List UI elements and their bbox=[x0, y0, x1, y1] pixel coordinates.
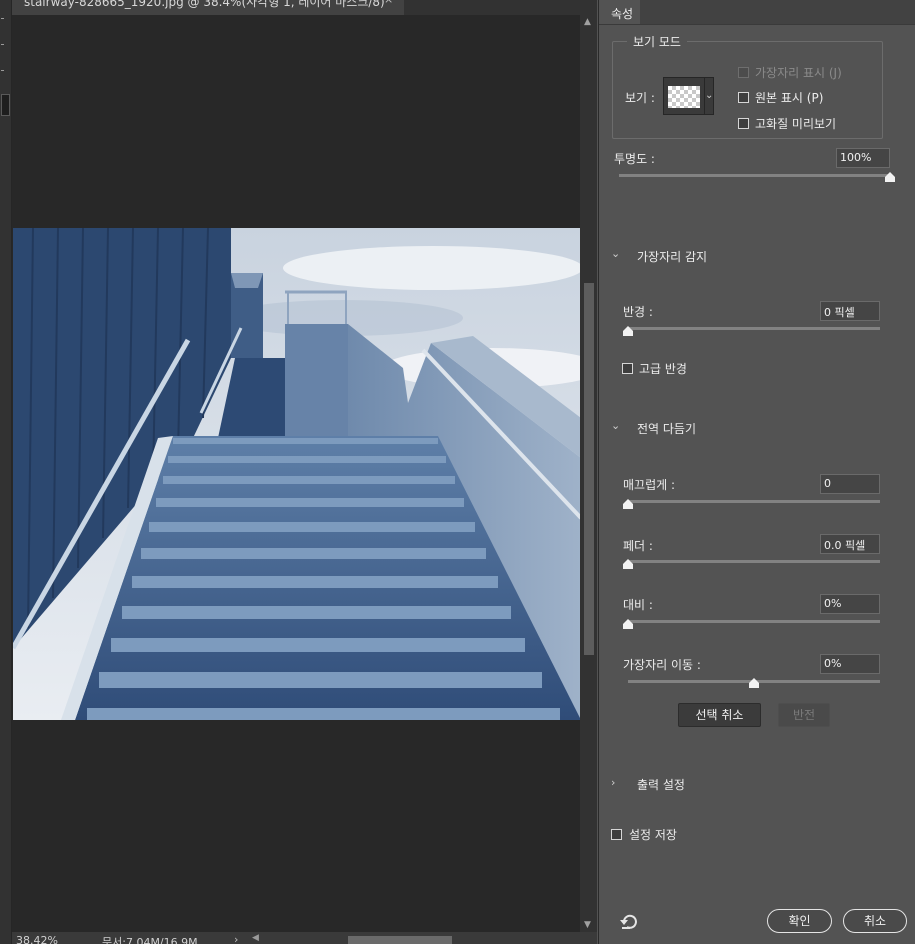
radius-field[interactable]: 0 픽셀 bbox=[820, 301, 880, 321]
document-tab[interactable]: stairway-828665_1920.jpg @ 38.4%(사각형 1, … bbox=[12, 0, 404, 15]
deselect-button[interactable]: 선택 취소 bbox=[678, 703, 761, 727]
show-original-label: 원본 표시 (P) bbox=[755, 91, 824, 105]
stairway-photo[interactable] bbox=[13, 228, 581, 720]
chevron-down-icon[interactable]: ⌄ bbox=[705, 90, 713, 101]
reset-icon[interactable] bbox=[620, 914, 638, 930]
opacity-slider-track[interactable] bbox=[619, 174, 890, 177]
invert-button[interactable]: 반전 bbox=[778, 703, 830, 727]
radius-slider-track[interactable] bbox=[628, 327, 880, 330]
document-info: 문서:7.04M/16.9M bbox=[102, 936, 198, 944]
opacity-label: 투명도 : bbox=[614, 152, 655, 166]
contrast-label: 대비 : bbox=[623, 598, 653, 612]
contrast-field[interactable]: 0% bbox=[820, 594, 880, 614]
tools-strip bbox=[0, 0, 12, 944]
checkerboard-swatch-icon bbox=[668, 86, 700, 108]
horizontal-scroll-thumb[interactable] bbox=[348, 936, 452, 944]
hq-preview-checkbox[interactable] bbox=[738, 118, 749, 129]
view-mode-picker[interactable]: ⌄ bbox=[663, 77, 714, 115]
document-tab-bar: stairway-828665_1920.jpg @ 38.4%(사각형 1, … bbox=[12, 0, 597, 15]
show-edge-checkbox[interactable] bbox=[738, 67, 749, 78]
show-edge-label: 가장자리 표시 (J) bbox=[755, 66, 842, 80]
global-refine-title[interactable]: 전역 다듬기 bbox=[637, 420, 696, 437]
close-icon[interactable]: × bbox=[384, 0, 393, 6]
show-original-checkbox[interactable] bbox=[738, 92, 749, 103]
edge-detection-title[interactable]: 가장자리 감지 bbox=[637, 248, 707, 265]
zoom-field[interactable]: 38.42% bbox=[16, 934, 58, 944]
tool-options-box[interactable] bbox=[1, 94, 10, 116]
view-mode-title: 보기 모드 bbox=[627, 33, 687, 50]
triangle-down-icon[interactable]: ▼ bbox=[584, 920, 591, 930]
smooth-label: 매끄럽게 : bbox=[623, 478, 676, 492]
chevron-right-icon[interactable]: › bbox=[234, 933, 238, 944]
feather-slider-track[interactable] bbox=[628, 560, 880, 563]
strip-mark bbox=[1, 70, 4, 71]
canvas-area[interactable] bbox=[12, 15, 581, 932]
remember-settings-checkbox[interactable] bbox=[611, 829, 622, 840]
triangle-left-icon[interactable]: ◀ bbox=[252, 933, 259, 943]
chevron-down-icon[interactable]: ⌄ bbox=[611, 247, 620, 260]
smart-radius-checkbox[interactable] bbox=[622, 363, 633, 374]
contrast-slider-track[interactable] bbox=[628, 620, 880, 623]
output-settings-title[interactable]: 출력 설정 bbox=[637, 776, 685, 793]
tab-properties[interactable]: 속성 bbox=[599, 0, 640, 24]
vertical-scrollbar[interactable]: ▲ ▼ bbox=[580, 15, 597, 932]
strip-mark bbox=[1, 18, 4, 19]
smooth-field[interactable]: 0 bbox=[820, 474, 880, 494]
hq-preview-label: 고화질 미리보기 bbox=[755, 117, 837, 131]
shift-edge-field[interactable]: 0% bbox=[820, 654, 880, 674]
remember-settings-label: 설정 저장 bbox=[629, 828, 677, 842]
smart-radius-label: 고급 반경 bbox=[639, 362, 687, 376]
triangle-up-icon[interactable]: ▲ bbox=[584, 17, 591, 27]
ok-button[interactable]: 확인 bbox=[767, 909, 832, 933]
cancel-button[interactable]: 취소 bbox=[843, 909, 907, 933]
smooth-slider-track[interactable] bbox=[628, 500, 880, 503]
chevron-down-icon[interactable]: ⌄ bbox=[611, 419, 620, 432]
vertical-scroll-thumb[interactable] bbox=[584, 283, 594, 655]
tab-properties-label: 속성 bbox=[611, 7, 634, 21]
panel-tab-bar: 속성 bbox=[599, 0, 915, 25]
status-bar: 38.42% 문서:7.04M/16.9M › ◀ bbox=[12, 932, 597, 944]
chevron-right-icon[interactable]: › bbox=[611, 776, 615, 789]
view-label: 보기 : bbox=[625, 91, 655, 105]
feather-field[interactable]: 0.0 픽셀 bbox=[820, 534, 880, 554]
properties-panel: 속성 보기 모드 보기 : ⌄ 가장자리 표시 (J) 원본 표시 (P) 고화… bbox=[598, 0, 915, 944]
radius-label: 반경 : bbox=[623, 305, 653, 319]
strip-mark bbox=[1, 44, 4, 45]
shift-edge-label: 가장자리 이동 : bbox=[623, 658, 701, 672]
feather-label: 페더 : bbox=[623, 539, 653, 553]
opacity-field[interactable]: 100% bbox=[836, 148, 890, 168]
document-tab-title: stairway-828665_1920.jpg @ 38.4%(사각형 1, … bbox=[24, 0, 385, 9]
